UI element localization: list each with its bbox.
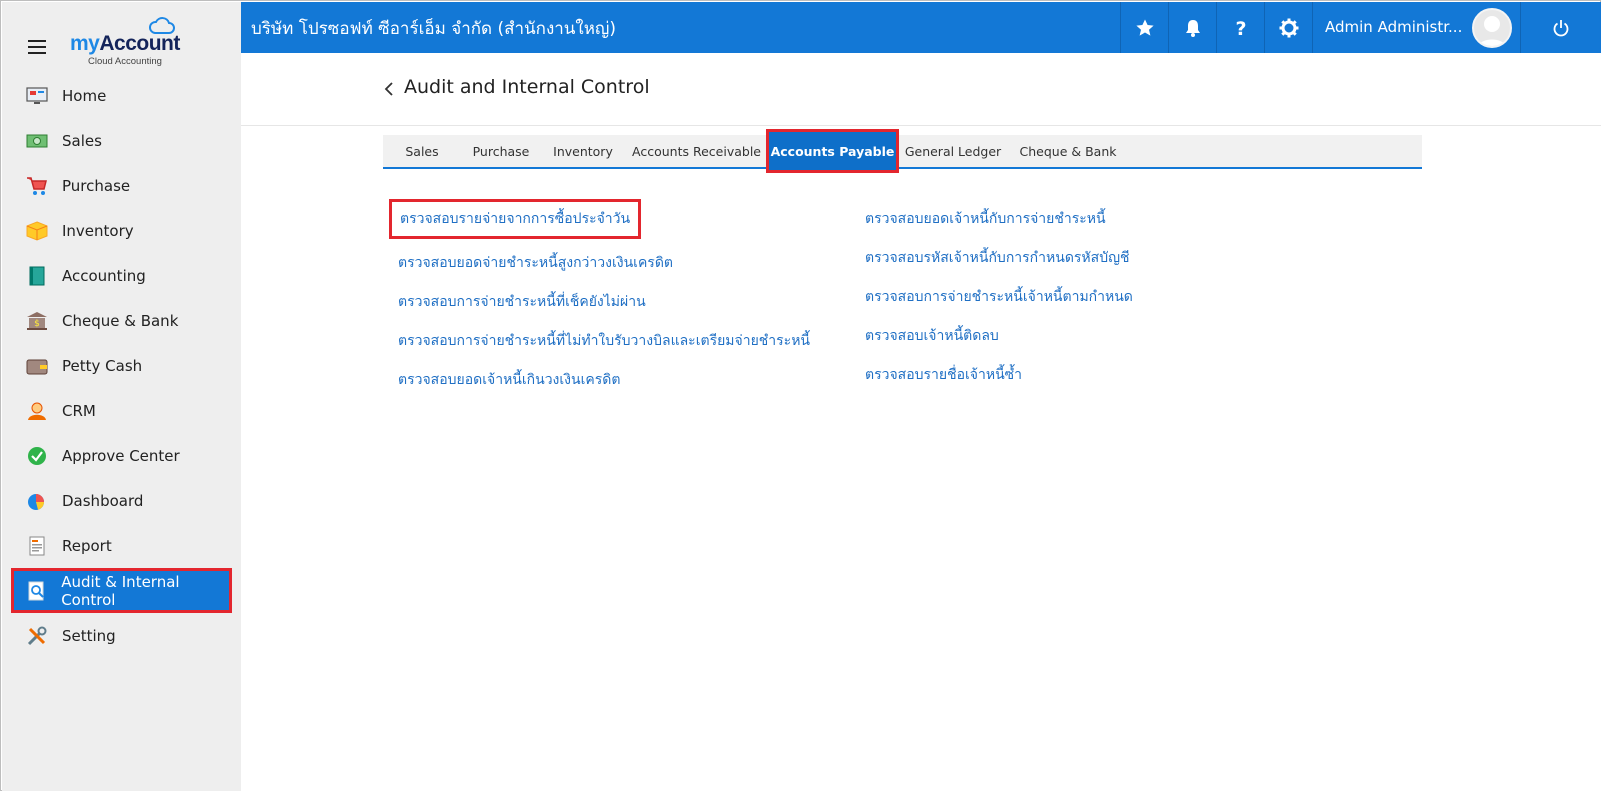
- settings-button[interactable]: [1264, 2, 1312, 53]
- sidebar-item-label: Purchase: [62, 176, 131, 195]
- sidebar-item-label: Inventory: [62, 221, 134, 240]
- tab-general-ledger[interactable]: General Ledger: [897, 135, 1009, 167]
- logout-button[interactable]: [1520, 2, 1601, 53]
- user-name: Admin Administr...: [1325, 18, 1463, 36]
- audit-link-uncleared-cheque-payments[interactable]: ตรวจสอบการจ่ายชำระหนี้ที่เช็คยังไม่ผ่าน: [398, 291, 810, 330]
- hamburger-menu-icon[interactable]: [28, 40, 46, 54]
- sidebar-nav: Home Sales Purchase Inventory Accounting…: [2, 73, 241, 658]
- company-name: บริษัท โปรซอฟท์ ซีอาร์เอ็ม จำกัด (สำนักง…: [251, 19, 617, 39]
- sidebar-item-setting[interactable]: Setting: [2, 613, 241, 658]
- sidebar-item-label: Accounting: [62, 266, 146, 285]
- audit-link-vendor-code-vs-account-code[interactable]: ตรวจสอบรหัสเจ้าหนี้กับการกำหนดรหัสบัญชี: [865, 247, 1133, 286]
- sidebar-item-label: Audit & Internal Control: [61, 572, 180, 609]
- sidebar-item-cheque-bank[interactable]: $ Cheque & Bank: [2, 298, 241, 343]
- main-content: Audit and Internal Control Sales Purchas…: [241, 53, 1601, 791]
- tab-accounts-receivable[interactable]: Accounts Receivable: [625, 135, 768, 167]
- audit-link-payables-over-credit-limit[interactable]: ตรวจสอบยอดเจ้าหนี้เกินวงเงินเครดิต: [398, 369, 810, 408]
- wallet-icon: [26, 355, 48, 377]
- brand-area: myAccount Cloud Accounting: [2, 2, 241, 74]
- sidebar-item-label: Dashboard: [62, 491, 144, 510]
- check-circle-icon: [26, 445, 48, 467]
- back-chevron-icon[interactable]: [383, 81, 397, 97]
- tab-cheque-bank[interactable]: Cheque & Bank: [1009, 135, 1127, 167]
- sidebar-item-sales[interactable]: Sales: [2, 118, 241, 163]
- page-title: Audit and Internal Control: [404, 76, 650, 98]
- avatar[interactable]: [1472, 8, 1512, 48]
- sidebar: myAccount Cloud Accounting Home Sales Pu…: [2, 2, 241, 791]
- sidebar-item-label: Approve Center: [62, 446, 180, 465]
- sidebar-item-label: Cheque & Bank: [62, 311, 179, 330]
- home-monitor-icon: [26, 85, 48, 107]
- tools-icon: [26, 625, 48, 647]
- app-window: myAccount Cloud Accounting Home Sales Pu…: [0, 0, 1601, 791]
- person-icon: [26, 400, 48, 422]
- audit-link-scheduled-vendor-payments[interactable]: ตรวจสอบการจ่ายชำระหนี้เจ้าหนี้ตามกำหนด: [865, 286, 1133, 325]
- audit-link-payables-vs-payments[interactable]: ตรวจสอบยอดเจ้าหนี้กับการจ่ายชำระหนี้: [865, 208, 1133, 247]
- cart-icon: [26, 175, 48, 197]
- tab-inventory[interactable]: Inventory: [541, 135, 625, 167]
- user-silhouette-icon: [1477, 16, 1507, 46]
- bell-icon: [1185, 19, 1200, 37]
- pie-chart-icon: [26, 490, 48, 512]
- gear-icon: [1279, 18, 1298, 37]
- sidebar-item-audit-internal-control[interactable]: Audit & Internal Control: [11, 568, 232, 613]
- sidebar-item-petty-cash[interactable]: Petty Cash: [2, 343, 241, 388]
- sidebar-item-label: CRM: [62, 401, 96, 420]
- sidebar-item-label: Report: [62, 536, 112, 555]
- audit-link-payments-without-billing[interactable]: ตรวจสอบการจ่ายชำระหนี้ที่ไม่ทำใบรับวางบิ…: [398, 330, 810, 369]
- audit-link-duplicate-vendors[interactable]: ตรวจสอบรายชื่อเจ้าหนี้ซ้ำ: [865, 364, 1133, 403]
- help-button[interactable]: ?: [1216, 2, 1264, 53]
- tab-purchase[interactable]: Purchase: [461, 135, 541, 167]
- sidebar-item-label: Home: [62, 86, 107, 105]
- audit-link-daily-purchase-payments[interactable]: ตรวจสอบรายจ่ายจากการซื้อประจำวัน: [388, 199, 642, 239]
- svg-text:$: $: [34, 319, 40, 329]
- audit-link-negative-payables[interactable]: ตรวจสอบเจ้าหนี้ติดลบ: [865, 325, 1133, 364]
- tab-accounts-payable[interactable]: Accounts Payable: [766, 129, 899, 173]
- box-icon: [26, 220, 48, 242]
- sidebar-item-label: Setting: [62, 626, 116, 645]
- logo-wordmark: myAccount: [70, 32, 180, 55]
- question-icon: ?: [1235, 18, 1246, 38]
- report-icon: [26, 535, 48, 557]
- sidebar-item-label: Sales: [62, 131, 102, 150]
- book-icon: [26, 265, 48, 287]
- star-icon: [1135, 19, 1154, 36]
- audit-link-payment-over-credit-limit[interactable]: ตรวจสอบยอดจ่ายชำระหนี้สูงกว่าวงเงินเครดิ…: [398, 252, 810, 291]
- page-header: Audit and Internal Control: [241, 53, 1601, 126]
- top-bar: บริษัท โปรซอฟท์ ซีอาร์เอ็ม จำกัด (สำนักง…: [241, 2, 1601, 53]
- sidebar-item-report[interactable]: Report: [2, 523, 241, 568]
- sidebar-item-label: Petty Cash: [62, 356, 143, 375]
- app-logo[interactable]: myAccount Cloud Accounting: [70, 14, 220, 70]
- power-icon: [1553, 19, 1569, 36]
- tab-bar: Sales Purchase Inventory Accounts Receiv…: [383, 129, 1422, 173]
- sidebar-item-accounting[interactable]: Accounting: [2, 253, 241, 298]
- sidebar-item-crm[interactable]: CRM: [2, 388, 241, 433]
- links-left-column: ตรวจสอบรายจ่ายจากการซื้อประจำวัน ตรวจสอบ…: [388, 199, 810, 408]
- sidebar-item-home[interactable]: Home: [2, 73, 241, 118]
- notifications-button[interactable]: [1168, 2, 1216, 53]
- sidebar-item-dashboard[interactable]: Dashboard: [2, 478, 241, 523]
- bank-icon: $: [26, 310, 48, 332]
- favorites-button[interactable]: [1120, 2, 1168, 53]
- audit-icon: [26, 580, 47, 602]
- sidebar-item-inventory[interactable]: Inventory: [2, 208, 241, 253]
- svg-text:?: ?: [1235, 18, 1246, 38]
- tab-sales[interactable]: Sales: [383, 135, 461, 167]
- sidebar-item-purchase[interactable]: Purchase: [2, 163, 241, 208]
- money-icon: [26, 130, 48, 152]
- logo-subtitle: Cloud Accounting: [88, 56, 162, 67]
- sidebar-item-approve-center[interactable]: Approve Center: [2, 433, 241, 478]
- links-right-column: ตรวจสอบยอดเจ้าหนี้กับการจ่ายชำระหนี้ ตรว…: [865, 208, 1133, 403]
